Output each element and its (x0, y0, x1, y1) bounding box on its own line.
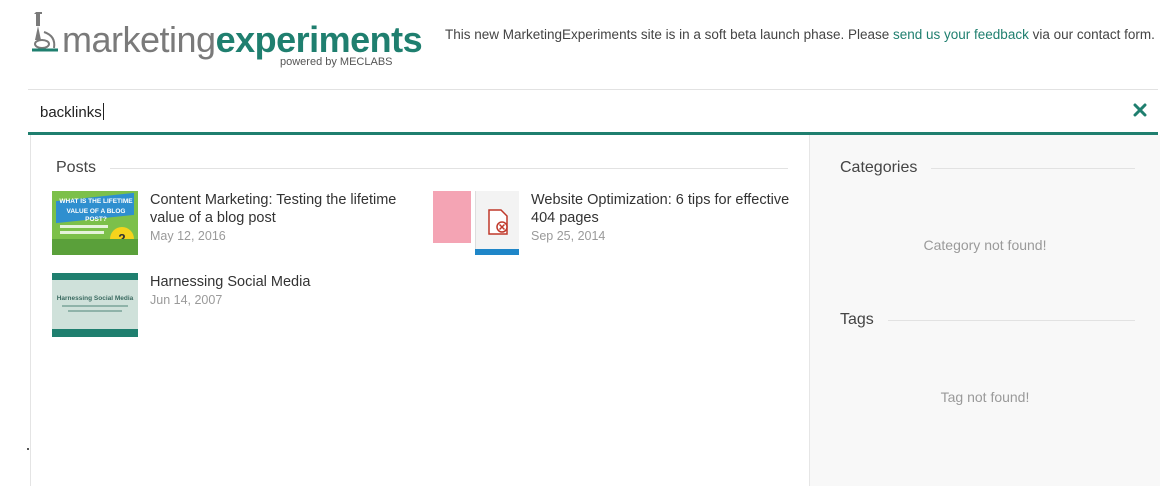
tags-empty-message: Tag not found! (940, 389, 1030, 405)
thumb-pink-panel (433, 191, 471, 243)
thumb-line (60, 225, 108, 228)
posts-heading: Posts (56, 159, 97, 176)
thumb-line (60, 231, 104, 234)
feedback-link[interactable]: send us your feedback (893, 27, 1029, 42)
site-logo[interactable]: marketingexperiments powered by MECLABS (30, 10, 423, 72)
taxonomy-column: Categories Category not found! Tags Tag … (809, 135, 1160, 486)
post-date: Sep 25, 2014 (531, 229, 606, 243)
post-title-wrap[interactable]: Website Optimization: 6 tips for effecti… (531, 191, 801, 245)
post-date: Jun 14, 2007 (150, 293, 223, 307)
post-item[interactable]: Website Optimization: 6 tips for effecti… (433, 191, 803, 255)
thumb-text: Harnessing Social Media (56, 295, 134, 302)
post-title-wrap[interactable]: Harnessing Social Media Jun 14, 2007 (150, 273, 420, 309)
thumb-bottom-bar (52, 329, 138, 337)
posts-header: Posts (56, 159, 788, 177)
search-input[interactable]: backlinks (40, 103, 104, 121)
thumb-line (62, 305, 128, 307)
tags-heading: Tags (840, 311, 874, 328)
logo-wordmark-part2: experiments (215, 19, 423, 60)
thumb-bar (475, 249, 519, 255)
categories-header: Categories (840, 159, 1135, 177)
thumb-top-bar (52, 273, 138, 280)
page-edge-mark (27, 448, 29, 450)
search-results-panel: Posts WHAT IS THE LIFETIME VALUE OF A BL… (30, 135, 1160, 486)
broken-page-icon (488, 209, 508, 235)
thumb-text-1: WHAT IS THE LIFETIME (59, 198, 133, 205)
beta-notice-text-end: via our contact form. (1028, 27, 1155, 42)
logo-tagline: powered by MECLABS (280, 56, 393, 68)
close-icon[interactable] (1132, 102, 1148, 118)
tags-header: Tags (840, 311, 1135, 329)
post-title-wrap[interactable]: Content Marketing: Testing the lifetime … (150, 191, 420, 245)
beta-notice-text: This new MarketingExperiments site is in… (445, 27, 893, 42)
text-caret (102, 103, 104, 120)
search-input-value: backlinks (40, 104, 102, 121)
categories-heading-rule (931, 167, 1135, 169)
thumb-ground (52, 239, 138, 255)
search-bar: backlinks (28, 90, 1158, 132)
post-title[interactable]: Content Marketing: Testing the lifetime … (150, 191, 420, 227)
microscope-icon (32, 12, 58, 52)
post-thumbnail[interactable] (433, 191, 519, 255)
posts-column: Posts WHAT IS THE LIFETIME VALUE OF A BL… (31, 135, 809, 486)
categories-heading: Categories (840, 159, 918, 176)
logo-wordmark-part1: marketing (62, 19, 216, 60)
post-thumbnail[interactable]: WHAT IS THE LIFETIME VALUE OF A BLOG POS… (52, 191, 138, 255)
thumb-text-2: VALUE OF A BLOG POST? (66, 208, 126, 223)
post-item[interactable]: WHAT IS THE LIFETIME VALUE OF A BLOG POS… (52, 191, 422, 255)
post-date: May 12, 2016 (150, 229, 226, 243)
post-title[interactable]: Harnessing Social Media (150, 273, 420, 291)
tags-heading-rule (887, 319, 1135, 321)
categories-empty-message: Category not found! (923, 237, 1047, 253)
post-item[interactable]: Harnessing Social Media Harnessing Socia… (52, 273, 422, 337)
thumb-line (68, 310, 122, 312)
beta-notice: This new MarketingExperiments site is in… (445, 27, 1155, 42)
post-title[interactable]: Website Optimization: 6 tips for effecti… (531, 191, 801, 227)
post-thumbnail[interactable]: Harnessing Social Media (52, 273, 138, 337)
posts-heading-rule (110, 167, 788, 169)
